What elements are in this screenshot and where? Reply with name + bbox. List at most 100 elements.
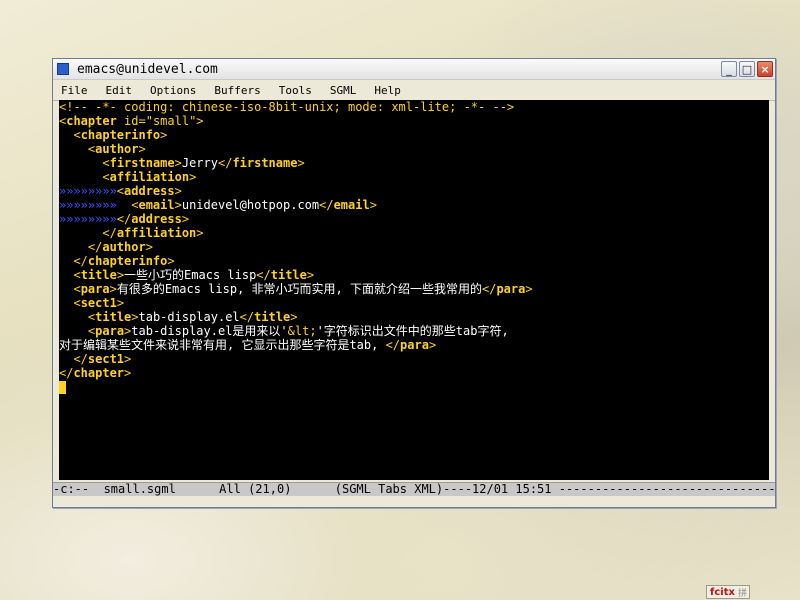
- buffer-line: »»»»»»»»<address>: [59, 184, 769, 198]
- tag-name: chapter: [73, 366, 125, 380]
- tag-punct: >: [174, 184, 182, 198]
- tag-punct: >: [160, 128, 168, 142]
- text-segment: Jerry: [181, 156, 218, 170]
- menu-help[interactable]: Help: [374, 84, 401, 97]
- buffer-line: [59, 380, 769, 394]
- tag-punct: >: [138, 142, 146, 156]
- input-method-indicator: 拼: [737, 588, 747, 599]
- tag-name: sect1: [87, 352, 125, 366]
- menu-tools[interactable]: Tools: [279, 84, 312, 97]
- text-segment: [59, 254, 73, 268]
- emacs-app-icon[interactable]: [57, 63, 69, 75]
- text-segment: tab-display.el: [138, 310, 240, 324]
- fcitx-tray[interactable]: fcitx 拼: [706, 585, 750, 599]
- tag-punct: </: [102, 226, 117, 240]
- text-segment: [117, 198, 131, 212]
- tag-punct: </: [319, 198, 334, 212]
- tag-punct: </: [481, 282, 497, 296]
- tag-name: para: [80, 282, 110, 296]
- tag-name: title: [270, 268, 307, 282]
- tag-punct: >: [174, 156, 182, 170]
- tag-name: address: [131, 212, 182, 226]
- tag-name: address: [124, 184, 175, 198]
- tag-punct: >: [290, 310, 298, 324]
- minibuffer[interactable]: [53, 496, 775, 507]
- buffer-line: <para>tab-display.el是用来以'&lt;'字符标识出文件中的那…: [59, 324, 769, 338]
- tag-name: email: [138, 198, 175, 212]
- menu-sgml[interactable]: SGML: [330, 84, 357, 97]
- tag-name: title: [254, 310, 291, 324]
- buffer-line: </author>: [59, 240, 769, 254]
- tag-punct: >: [109, 282, 117, 296]
- text-segment: [59, 324, 88, 338]
- text-segment: [59, 310, 88, 324]
- tag-punct: </: [116, 212, 132, 226]
- menu-options[interactable]: Options: [150, 84, 196, 97]
- maximize-button[interactable]: □: [739, 61, 755, 77]
- editor-buffer[interactable]: <!-- -*- coding: chinese-iso-8bit-unix; …: [59, 100, 769, 480]
- fcitx-label: fcitx: [710, 586, 735, 598]
- text-segment: [59, 128, 73, 142]
- tag-punct: >: [196, 226, 204, 240]
- text-segment: [59, 156, 102, 170]
- tag-punct: >: [116, 296, 125, 310]
- title-bar[interactable]: emacs@unidevel.com _ □ ×: [53, 59, 775, 80]
- tag-punct: </: [59, 366, 74, 380]
- text-segment: [59, 296, 73, 310]
- tag-punct: >: [167, 254, 175, 268]
- buffer-line: »»»»»»»» <email>unidevel@hotpop.com</ema…: [59, 198, 769, 212]
- tag-punct: >: [297, 156, 305, 170]
- tag-name: author: [102, 240, 146, 254]
- tag-name: chapter: [66, 114, 117, 128]
- text-segment: 一些小巧的Emacs lisp: [124, 268, 257, 282]
- text-segment: [59, 268, 73, 282]
- text-segment: unidevel@hotpop.com: [181, 198, 320, 212]
- buffer-line: <sect1>: [59, 296, 769, 310]
- tag-name: firstname: [232, 156, 298, 170]
- buffer-line: »»»»»»»»</address>: [59, 212, 769, 226]
- close-button[interactable]: ×: [757, 61, 773, 77]
- buffer-line: 对于编辑某些文件来说非常有用, 它显示出那些字符是tab, </para>: [59, 338, 769, 352]
- tag-punct: </: [239, 310, 255, 324]
- tag-punct: <: [73, 268, 81, 282]
- tag-name: affiliation: [116, 226, 197, 240]
- tag-punct: >: [145, 240, 153, 254]
- tab-marker: »»»»»»»»: [59, 198, 117, 212]
- text-segment: [59, 170, 102, 184]
- text-segment: 有很多的Emacs lisp, 非常小巧而实用, 下面就介绍一些我常用的: [116, 282, 482, 296]
- tag-punct: >: [174, 198, 182, 212]
- text-segment: [117, 114, 124, 128]
- buffer-line: <title>tab-display.el</title>: [59, 310, 769, 324]
- tag-punct: >: [189, 170, 197, 184]
- tag-punct: >: [369, 198, 377, 212]
- tag-name: chapterinfo: [80, 128, 161, 142]
- tag-name: affiliation: [109, 170, 190, 184]
- text-cursor: [59, 381, 66, 394]
- tag-punct: >: [124, 352, 132, 366]
- tag-punct: <: [73, 128, 81, 142]
- tag-punct: </: [256, 268, 271, 282]
- text-segment: 对于编辑某些文件来说非常有用, 它显示出那些字符是tab,: [59, 338, 386, 352]
- tag-punct: >: [306, 268, 315, 282]
- tag-name: para: [95, 324, 125, 338]
- tag-punct: >: [131, 310, 139, 324]
- buffer-line: <author>: [59, 142, 769, 156]
- tag-punct: </: [217, 156, 233, 170]
- buffer-line: <para>有很多的Emacs lisp, 非常小巧而实用, 下面就介绍一些我常…: [59, 282, 769, 296]
- minimize-button[interactable]: _: [721, 61, 737, 77]
- menu-file[interactable]: File: [61, 84, 88, 97]
- text-segment: tab-display.el是用来以': [131, 324, 288, 338]
- menu-edit[interactable]: Edit: [106, 84, 133, 97]
- text-segment: [59, 352, 73, 366]
- tag-name: author: [95, 142, 139, 156]
- tag-punct: >: [181, 212, 190, 226]
- tag-name: para: [400, 338, 429, 352]
- menu-buffers[interactable]: Buffers: [214, 84, 260, 97]
- buffer-line: </chapterinfo>: [59, 254, 769, 268]
- tag-name: chapterinfo: [87, 254, 168, 268]
- text-segment: [59, 142, 88, 156]
- tag-punct: >: [428, 338, 437, 352]
- buffer-line: </chapter>: [59, 366, 769, 380]
- tag-punct: <: [102, 156, 110, 170]
- tag-punct: </: [87, 240, 103, 254]
